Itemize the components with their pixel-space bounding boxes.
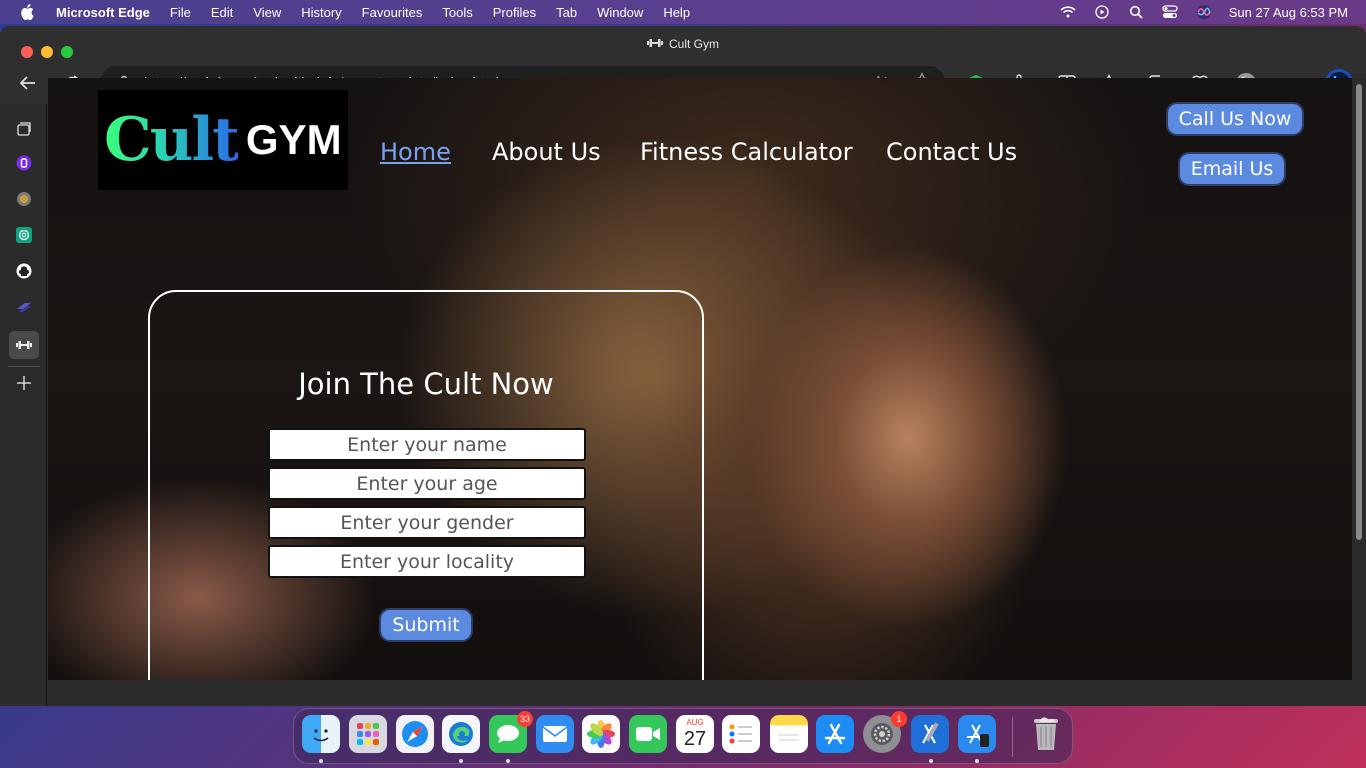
- logo-cult-text: Cult: [104, 105, 240, 175]
- email-us-button[interactable]: Email Us: [1178, 152, 1286, 186]
- chatgpt-tab-icon[interactable]: [12, 223, 36, 247]
- join-form-card: Join The Cult Now Submit: [148, 290, 704, 680]
- dumbbell-favicon-icon: [646, 37, 663, 51]
- launchpad-icon[interactable]: [349, 715, 387, 753]
- web-page-viewport: Cult GYM Home About Us Fitness Calculato…: [48, 78, 1352, 680]
- xcode-running-dot: [929, 759, 933, 763]
- messages-icon[interactable]: 33: [489, 711, 533, 753]
- back-arrow-icon[interactable]: [15, 70, 41, 96]
- finder-running-dot: [319, 759, 323, 763]
- nav-about-link[interactable]: About Us: [492, 138, 601, 166]
- active-tab[interactable]: Cult Gym: [0, 37, 1366, 51]
- site-logo[interactable]: Cult GYM: [98, 90, 348, 190]
- system-settings-badge: 1: [891, 711, 907, 727]
- messages-badge: 33: [516, 711, 533, 727]
- tab-actions-icon[interactable]: [12, 117, 36, 141]
- menu-profiles[interactable]: Profiles: [493, 5, 536, 20]
- menubar-clock[interactable]: Sun 27 Aug 6:53 PM: [1229, 5, 1348, 20]
- call-us-button[interactable]: Call Us Now: [1166, 102, 1304, 136]
- purple-shield-tab-icon[interactable]: [12, 151, 36, 175]
- search-icon[interactable]: [1127, 3, 1145, 21]
- submit-button[interactable]: Submit: [379, 608, 473, 642]
- menu-tools[interactable]: Tools: [442, 5, 472, 20]
- age-input[interactable]: [268, 467, 586, 500]
- menu-file[interactable]: File: [170, 5, 191, 20]
- notes-icon[interactable]: [770, 715, 808, 753]
- menu-app-name[interactable]: Microsoft Edge: [56, 5, 150, 20]
- reminders-icon[interactable]: [722, 715, 760, 753]
- simulator-icon[interactable]: [958, 715, 996, 753]
- app-store-icon[interactable]: [816, 715, 854, 753]
- safari-icon[interactable]: [396, 715, 434, 753]
- scrollbar-thumb[interactable]: [1356, 84, 1362, 540]
- calendar-icon[interactable]: AUG 27: [676, 715, 714, 753]
- stack-tab-icon[interactable]: [12, 295, 36, 319]
- messages-running-dot: [506, 759, 510, 763]
- facetime-icon[interactable]: [629, 715, 667, 753]
- macos-menu-bar: Microsoft Edge File Edit View History Fa…: [0, 0, 1366, 24]
- cult-gym-tab-icon[interactable]: [9, 331, 39, 359]
- title-bar: Cult Gym: [0, 26, 1366, 62]
- sidebar-divider: [8, 366, 40, 367]
- menu-tab[interactable]: Tab: [556, 5, 577, 20]
- menu-edit[interactable]: Edit: [211, 5, 233, 20]
- finder-icon[interactable]: [302, 715, 340, 753]
- siri-icon[interactable]: [1195, 3, 1213, 21]
- menu-help[interactable]: Help: [663, 5, 690, 20]
- logo-gym-text: GYM: [245, 116, 342, 163]
- dock-separator: [1012, 717, 1013, 757]
- calendar-month: AUG: [686, 718, 704, 727]
- system-settings-icon[interactable]: 1: [863, 711, 907, 753]
- calendar-day: 27: [683, 728, 707, 750]
- join-form-title: Join The Cult Now: [298, 367, 554, 401]
- menu-favourites[interactable]: Favourites: [362, 5, 423, 20]
- tab-title-text: Cult Gym: [668, 37, 719, 51]
- xcode-icon[interactable]: [911, 715, 949, 753]
- mail-icon[interactable]: [536, 715, 574, 753]
- trash-icon[interactable]: [1027, 715, 1065, 753]
- page-scrollbar[interactable]: [1352, 78, 1366, 680]
- nav-contact-link[interactable]: Contact Us: [886, 138, 1017, 166]
- nav-fitness-calculator-link[interactable]: Fitness Calculator: [640, 138, 853, 166]
- edge-running-dot: [459, 759, 463, 763]
- menu-history[interactable]: History: [301, 5, 341, 20]
- menu-view[interactable]: View: [253, 5, 281, 20]
- simulator-running-dot: [975, 759, 979, 763]
- nav-home-link[interactable]: Home: [380, 138, 451, 166]
- name-input[interactable]: [268, 428, 586, 461]
- play-icon[interactable]: [1093, 3, 1111, 21]
- apple-menu-icon[interactable]: [20, 4, 38, 20]
- menu-window[interactable]: Window: [597, 5, 643, 20]
- new-tab-plus-icon[interactable]: [12, 371, 36, 395]
- edge-icon[interactable]: [442, 715, 480, 753]
- github-tab-icon[interactable]: [12, 259, 36, 283]
- edge-sidebar: [0, 104, 47, 706]
- coin-tab-icon[interactable]: [12, 187, 36, 211]
- locality-input[interactable]: [268, 545, 586, 578]
- photos-icon[interactable]: [582, 715, 620, 753]
- gender-input[interactable]: [268, 506, 586, 539]
- wifi-icon[interactable]: [1059, 3, 1077, 21]
- macos-dock: 33 AUG 27 1: [293, 708, 1073, 764]
- control-center-icon[interactable]: [1161, 3, 1179, 21]
